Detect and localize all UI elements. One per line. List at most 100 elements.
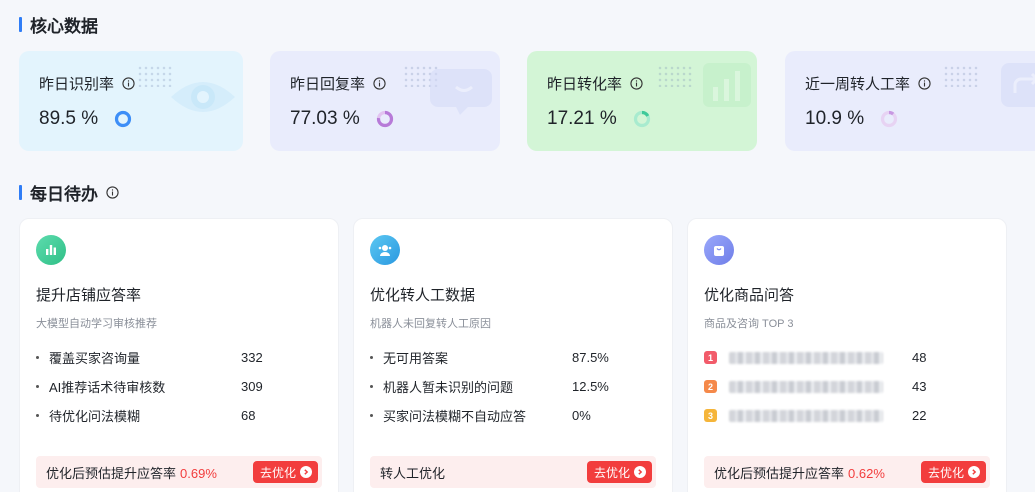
kpi-card-reply-rate: 昨日回复率 77.03 % — [270, 51, 500, 151]
info-icon[interactable] — [106, 186, 119, 199]
kpi-value: 10.9 % — [805, 108, 865, 129]
list-item[interactable]: 无可用答案 87.5% — [370, 343, 656, 372]
item-label: 机器人暂未识别的问题 — [383, 380, 514, 395]
footer-percent: 0.69% — [180, 465, 217, 481]
blurred-product-name — [729, 409, 883, 422]
decorative-dots — [943, 65, 979, 87]
blurred-product-name — [729, 380, 883, 393]
todo-subtitle: 机器人未回复转人工原因 — [370, 318, 491, 330]
heading-accent-bar — [19, 17, 22, 32]
info-icon[interactable] — [918, 77, 931, 90]
chevron-right-icon — [634, 466, 646, 478]
list-item[interactable]: 3 22 — [704, 401, 990, 430]
bullet — [370, 385, 373, 388]
bullet — [36, 414, 39, 417]
optimize-button[interactable]: 去优化 — [586, 461, 652, 483]
progress-ring-icon — [115, 110, 132, 128]
item-label: 买家问法模糊不自动应答 — [383, 409, 527, 424]
item-value: 332 — [241, 350, 263, 365]
todo-card-transfer-data: 优化转人工数据 机器人未回复转人工原因 无可用答案 87.5% 机器人暂未识别的问… — [353, 218, 673, 492]
kpi-label-text: 近一周转人工率 — [805, 76, 911, 93]
item-label: 无可用答案 — [383, 351, 449, 366]
core-data-heading: 核心数据 — [19, 12, 98, 37]
todo-footer: 转人工优化 去优化 — [370, 456, 656, 488]
kpi-card-conversion-rate: 昨日转化率 17.21 % — [527, 51, 757, 151]
list-item[interactable]: 机器人暂未识别的问题 12.5% — [370, 372, 656, 401]
item-value: 48 — [912, 350, 927, 365]
redo-arrow-icon — [1001, 63, 1035, 107]
todo-card-response-rate: 提升店铺应答率 大模型自动学习审核推荐 覆盖买家咨询量 332 AI推荐话术待审核… — [19, 218, 339, 492]
info-icon[interactable] — [630, 77, 643, 90]
item-value: 22 — [912, 408, 927, 423]
kpi-label-text: 昨日回复率 — [290, 76, 366, 93]
chat-bubble-icon — [430, 69, 492, 115]
chevron-right-icon — [300, 466, 312, 478]
optimize-button[interactable]: 去优化 — [252, 461, 318, 483]
optimize-button[interactable]: 去优化 — [920, 461, 986, 483]
bar-chart-icon — [36, 235, 66, 265]
optimize-button-label: 去优化 — [259, 465, 296, 480]
list-item[interactable]: 覆盖买家咨询量 332 — [36, 343, 322, 372]
bullet — [36, 356, 39, 359]
item-value: 309 — [241, 379, 263, 394]
list-item[interactable]: 买家问法模糊不自动应答 0% — [370, 401, 656, 430]
kpi-card-transfer-rate: 近一周转人工率 10.9 % — [785, 51, 1035, 151]
list-item[interactable]: 1 48 — [704, 343, 990, 372]
kpi-card-recognition-rate: 昨日识别率 89.5 % — [19, 51, 243, 151]
todo-title: 提升店铺应答率 — [36, 287, 142, 304]
item-value: 0% — [572, 408, 591, 423]
eye-icon — [171, 82, 235, 112]
todo-list: 无可用答案 87.5% 机器人暂未识别的问题 12.5% 买家问法模糊不自动应答 0% — [370, 343, 656, 430]
shopping-bag-icon — [704, 235, 734, 265]
bullet — [36, 385, 39, 388]
kpi-label-text: 昨日转化率 — [547, 76, 623, 93]
kpi-value: 89.5 % — [39, 108, 99, 129]
item-label: AI推荐话术待审核数 — [49, 380, 166, 395]
core-data-title: 核心数据 — [30, 17, 98, 36]
list-item[interactable]: 2 43 — [704, 372, 990, 401]
footer-percent: 0.62% — [848, 465, 885, 481]
item-value: 12.5% — [572, 379, 609, 394]
heading-accent-bar — [19, 185, 22, 200]
todo-title: 优化转人工数据 — [370, 287, 476, 304]
progress-ring-icon — [376, 110, 393, 128]
optimize-button-label: 去优化 — [593, 465, 630, 480]
rank-badge: 2 — [704, 380, 717, 393]
info-icon[interactable] — [373, 77, 386, 90]
agent-icon — [370, 235, 400, 265]
item-value: 43 — [912, 379, 927, 394]
bar-chart-icon — [703, 63, 751, 107]
blurred-product-name — [729, 351, 883, 364]
list-item[interactable]: AI推荐话术待审核数 309 — [36, 372, 322, 401]
kpi-label-text: 昨日识别率 — [39, 76, 115, 93]
daily-todo-title: 每日待办 — [30, 185, 98, 204]
optimize-button-label: 去优化 — [927, 465, 964, 480]
kpi-value: 17.21 % — [547, 108, 617, 129]
todo-footer: 优化后预估提升应答率 0.62% 去优化 — [704, 456, 990, 488]
todo-list: 1 48 2 43 3 22 — [704, 343, 990, 430]
list-item[interactable]: 待优化问法模糊 68 — [36, 401, 322, 430]
item-label: 覆盖买家咨询量 — [49, 351, 141, 366]
kpi-label: 近一周转人工率 — [805, 73, 1025, 94]
daily-todo-heading: 每日待办 — [19, 180, 119, 205]
todo-list: 覆盖买家咨询量 332 AI推荐话术待审核数 309 待优化问法模糊 68 — [36, 343, 322, 430]
todo-footer: 优化后预估提升应答率 0.69% 去优化 — [36, 456, 322, 488]
todo-card-product-qa: 优化商品问答 商品及咨询 TOP 3 1 48 2 43 3 22 优化后预估提升应答… — [687, 218, 1007, 492]
bullet — [370, 356, 373, 359]
item-label: 待优化问法模糊 — [49, 409, 141, 424]
decorative-dots — [657, 65, 693, 87]
todo-subtitle: 商品及咨询 TOP 3 — [704, 318, 794, 330]
chevron-right-icon — [968, 466, 980, 478]
footer-text: 转人工优化 — [380, 465, 446, 481]
info-icon[interactable] — [122, 77, 135, 90]
progress-ring-icon — [633, 110, 650, 128]
footer-text: 优化后预估提升应答率 — [714, 465, 845, 481]
todo-title: 优化商品问答 — [704, 287, 795, 304]
footer-text: 优化后预估提升应答率 — [46, 465, 177, 481]
item-value: 68 — [241, 408, 256, 423]
todo-subtitle: 大模型自动学习审核推荐 — [36, 318, 157, 330]
progress-ring-icon — [881, 110, 898, 128]
kpi-value: 77.03 % — [290, 108, 360, 129]
rank-badge: 1 — [704, 351, 717, 364]
bullet — [370, 414, 373, 417]
